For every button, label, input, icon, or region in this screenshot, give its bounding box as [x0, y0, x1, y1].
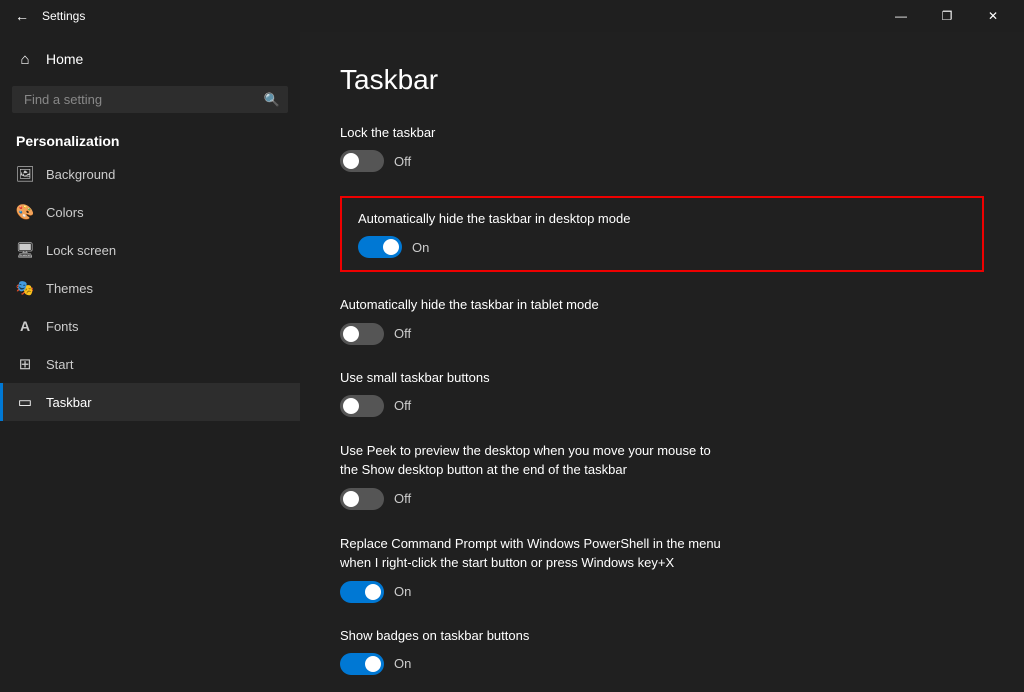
- sidebar: ⌂ Home 🔍 Personalization 🖼 Background 🎨 …: [0, 32, 300, 692]
- title-bar: ← Settings — ❐ ✕: [0, 0, 1024, 32]
- show-badges-toggle[interactable]: [340, 653, 384, 675]
- auto-hide-tablet-state: Off: [394, 326, 411, 341]
- themes-icon: 🎭: [16, 279, 34, 297]
- sidebar-item-taskbar-label: Taskbar: [46, 395, 92, 410]
- page-title: Taskbar: [340, 64, 984, 96]
- setting-show-badges: Show badges on taskbar buttons On: [340, 627, 984, 675]
- sidebar-item-lock-screen[interactable]: 🖥 Lock screen: [0, 231, 300, 269]
- sidebar-item-fonts[interactable]: A Fonts: [0, 307, 300, 345]
- setting-peek-preview: Use Peek to preview the desktop when you…: [340, 441, 984, 510]
- small-buttons-toggle[interactable]: [340, 395, 384, 417]
- auto-hide-tablet-toggle-row: Off: [340, 323, 984, 345]
- small-buttons-knob: [343, 398, 359, 414]
- back-icon: ←: [15, 8, 29, 24]
- background-icon: 🖼: [16, 165, 34, 183]
- sidebar-item-background[interactable]: 🖼 Background: [0, 155, 300, 193]
- auto-hide-tablet-toggle[interactable]: [340, 323, 384, 345]
- replace-prompt-label: Replace Command Prompt with Windows Powe…: [340, 534, 820, 573]
- sidebar-item-themes[interactable]: 🎭 Themes: [0, 269, 300, 307]
- peek-preview-state: Off: [394, 491, 411, 506]
- minimize-button[interactable]: —: [878, 0, 924, 32]
- close-button[interactable]: ✕: [970, 0, 1016, 32]
- peek-preview-toggle[interactable]: [340, 488, 384, 510]
- auto-hide-tablet-label: Automatically hide the taskbar in tablet…: [340, 296, 984, 314]
- sidebar-item-lock-screen-label: Lock screen: [46, 243, 116, 258]
- app-title: Settings: [42, 9, 878, 23]
- sidebar-item-colors[interactable]: 🎨 Colors: [0, 193, 300, 231]
- replace-prompt-toggle-row: On: [340, 581, 984, 603]
- show-badges-state: On: [394, 656, 411, 671]
- small-buttons-label: Use small taskbar buttons: [340, 369, 984, 387]
- auto-hide-desktop-state: On: [412, 240, 429, 255]
- auto-hide-desktop-toggle-row: On: [358, 236, 966, 258]
- replace-prompt-toggle[interactable]: [340, 581, 384, 603]
- sidebar-item-taskbar[interactable]: ▭ Taskbar: [0, 383, 300, 421]
- sidebar-item-colors-label: Colors: [46, 205, 84, 220]
- setting-replace-prompt: Replace Command Prompt with Windows Powe…: [340, 534, 984, 603]
- auto-hide-desktop-toggle[interactable]: [358, 236, 402, 258]
- fonts-icon: A: [16, 317, 34, 335]
- window-controls: — ❐ ✕: [878, 0, 1016, 32]
- auto-hide-desktop-label: Automatically hide the taskbar in deskto…: [358, 210, 966, 228]
- peek-preview-label: Use Peek to preview the desktop when you…: [340, 441, 820, 480]
- show-badges-knob: [365, 656, 381, 672]
- sidebar-home-label: Home: [46, 51, 83, 67]
- lock-screen-icon: 🖥: [16, 241, 34, 259]
- sidebar-section-title: Personalization: [0, 121, 300, 155]
- sidebar-search-container: 🔍: [12, 86, 288, 113]
- taskbar-icon: ▭: [16, 393, 34, 411]
- content-area: Taskbar Lock the taskbar Off Automatical…: [300, 32, 1024, 692]
- search-icon: 🔍: [264, 92, 280, 108]
- sidebar-item-background-label: Background: [46, 167, 115, 182]
- lock-taskbar-label: Lock the taskbar: [340, 124, 984, 142]
- app-body: ⌂ Home 🔍 Personalization 🖼 Background 🎨 …: [0, 32, 1024, 692]
- home-icon: ⌂: [16, 50, 34, 68]
- lock-taskbar-toggle-row: Off: [340, 150, 984, 172]
- setting-lock-taskbar: Lock the taskbar Off: [340, 124, 984, 172]
- back-button[interactable]: ←: [8, 2, 36, 30]
- auto-hide-desktop-knob: [383, 239, 399, 255]
- sidebar-item-start[interactable]: ⊞ Start: [0, 345, 300, 383]
- restore-button[interactable]: ❐: [924, 0, 970, 32]
- replace-prompt-state: On: [394, 584, 411, 599]
- show-badges-toggle-row: On: [340, 653, 984, 675]
- start-icon: ⊞: [16, 355, 34, 373]
- small-buttons-toggle-row: Off: [340, 395, 984, 417]
- lock-taskbar-state: Off: [394, 154, 411, 169]
- replace-prompt-knob: [365, 584, 381, 600]
- auto-hide-tablet-knob: [343, 326, 359, 342]
- small-buttons-state: Off: [394, 398, 411, 413]
- colors-icon: 🎨: [16, 203, 34, 221]
- peek-preview-toggle-row: Off: [340, 488, 984, 510]
- highlight-box: Automatically hide the taskbar in deskto…: [340, 196, 984, 272]
- sidebar-home-button[interactable]: ⌂ Home: [0, 40, 300, 78]
- search-input[interactable]: [12, 86, 288, 113]
- lock-taskbar-toggle[interactable]: [340, 150, 384, 172]
- show-badges-label: Show badges on taskbar buttons: [340, 627, 984, 645]
- sidebar-item-fonts-label: Fonts: [46, 319, 79, 334]
- setting-auto-hide-tablet: Automatically hide the taskbar in tablet…: [340, 296, 984, 344]
- sidebar-item-themes-label: Themes: [46, 281, 93, 296]
- sidebar-item-start-label: Start: [46, 357, 73, 372]
- peek-preview-knob: [343, 491, 359, 507]
- lock-taskbar-knob: [343, 153, 359, 169]
- setting-small-buttons: Use small taskbar buttons Off: [340, 369, 984, 417]
